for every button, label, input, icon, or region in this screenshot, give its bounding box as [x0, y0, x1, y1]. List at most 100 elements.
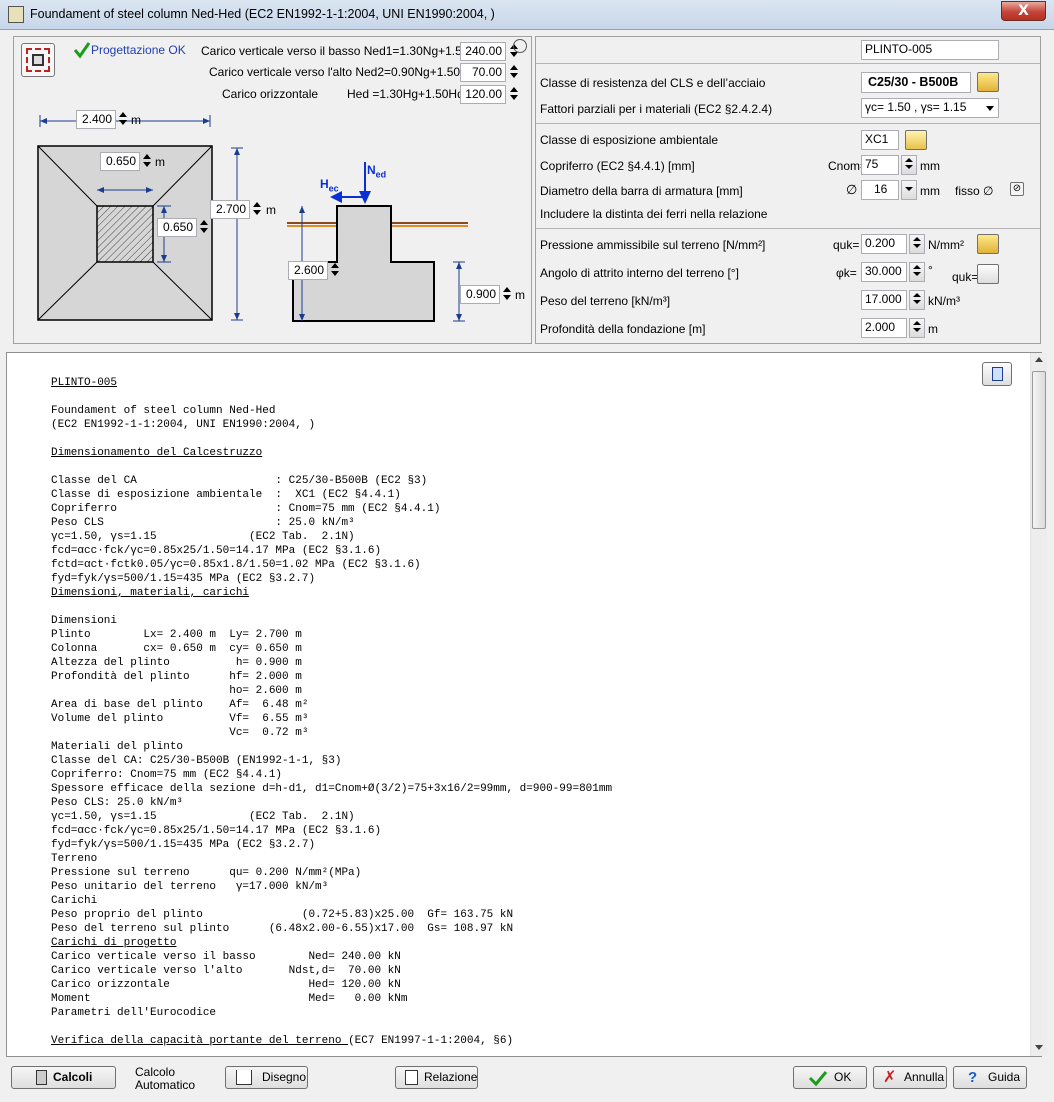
- report-line-text: Colonna cx= 0.650 m cy= 0.650 m: [51, 643, 302, 655]
- report-line: Verifica della capacità portante del ter…: [51, 1034, 612, 1048]
- cx-input[interactable]: 0.650: [100, 152, 140, 171]
- cy-input[interactable]: 0.650: [157, 218, 197, 237]
- diam-input[interactable]: 16: [861, 180, 899, 200]
- export-report-icon[interactable]: [982, 362, 1012, 386]
- calcolo-line-2: Automatico: [135, 1078, 196, 1092]
- cy-stepper[interactable]: [199, 218, 209, 236]
- report-text: PLINTO-005 Foundament of steel column Ne…: [51, 376, 612, 1048]
- ho-stepper[interactable]: [330, 261, 340, 279]
- window-title: Foundament of steel column Ned-Hed (EC2 …: [30, 7, 495, 21]
- calcoli-button[interactable]: Calcoli: [11, 1066, 116, 1089]
- report-line-text: PLINTO-005: [51, 377, 118, 389]
- foundation-type-icon[interactable]: [21, 43, 55, 77]
- ly-input[interactable]: 2.700: [210, 200, 250, 219]
- name-input[interactable]: PLINTO-005: [861, 40, 999, 60]
- ho-input[interactable]: 2.600: [288, 261, 328, 280]
- report-line-text: [51, 391, 58, 403]
- chevron-down-icon[interactable]: [986, 106, 994, 111]
- report-line-text: fcd=αcc·fck/γc=0.85x25/1.50=14.17 MPa (E…: [51, 545, 382, 557]
- report-icon: [405, 1070, 418, 1085]
- report-line: Copriferro : Cnom=75 mm (EC2 §4.4.1): [51, 502, 612, 516]
- copri-stepper[interactable]: [901, 155, 917, 175]
- copri-input[interactable]: 75: [861, 155, 899, 175]
- prof-stepper[interactable]: [909, 318, 925, 338]
- fisso-label: fisso ∅: [955, 184, 994, 198]
- espos-value[interactable]: XC1: [861, 130, 899, 150]
- relazione-button[interactable]: Relazione: [395, 1066, 478, 1089]
- report-scrollbar[interactable]: [1030, 353, 1047, 1056]
- report-line-text: Carico orizzontale Hed= 120.00 kN: [51, 979, 401, 991]
- diam-label: Diametro della barra di armatura [mm]: [540, 184, 743, 198]
- annulla-label: Annulla: [904, 1070, 945, 1084]
- peso-input[interactable]: 17.000: [861, 290, 907, 310]
- report-line: Dimensioni: [51, 614, 612, 628]
- report-line-text: Moment Med= 0.00 kNm: [51, 993, 408, 1005]
- annulla-button[interactable]: ✗ Annulla: [873, 1066, 947, 1089]
- scroll-down-arrow[interactable]: [1035, 1045, 1043, 1050]
- hed-input[interactable]: 120.00: [460, 85, 506, 104]
- report-line: Vc= 0.72 m³: [51, 726, 612, 740]
- angolo-stepper[interactable]: [909, 262, 925, 282]
- report-line: Spessore efficace della sezione d=h-d1, …: [51, 782, 612, 796]
- report-viewer[interactable]: PLINTO-005 Foundament of steel column Ne…: [6, 352, 1047, 1057]
- lx-stepper[interactable]: [118, 110, 128, 128]
- material-library-icon[interactable]: [977, 72, 999, 92]
- copri-label: Copriferro (EC2 §4.4.1) [mm]: [540, 159, 695, 173]
- quk-calc-icon[interactable]: [977, 264, 999, 284]
- ned-input[interactable]: 240.00: [460, 42, 506, 61]
- cls-label: Classe di resistenza del CLS e dell’acci…: [540, 76, 766, 90]
- report-line-text: Carichi: [51, 895, 98, 907]
- diam-dropdown[interactable]: [901, 180, 917, 200]
- ly-stepper[interactable]: [252, 200, 262, 218]
- report-line: fcd=αcc·fck/γc=0.85x25/1.50=14.17 MPa (E…: [51, 544, 612, 558]
- hec-symbol: H: [320, 177, 329, 191]
- report-line: Carico orizzontale Hed= 120.00 kN: [51, 978, 612, 992]
- hed-stepper[interactable]: [509, 85, 519, 103]
- disegno-label: Disegno: [262, 1070, 307, 1084]
- report-line-text: Dimensioni, materiali, carichi: [51, 587, 250, 599]
- report-line: γc=1.50, γs=1.15 (EC2 Tab. 2.1N): [51, 530, 612, 544]
- copri-unit: mm: [920, 159, 940, 173]
- disegno-button[interactable]: Disegno: [225, 1066, 308, 1089]
- lx-input[interactable]: 2.400: [76, 110, 116, 129]
- press-stepper[interactable]: [909, 234, 925, 254]
- calcolo-automatico-label[interactable]: Calcolo Automatico: [135, 1066, 195, 1092]
- report-line: Profondità del plinto hf= 2.000 m: [51, 670, 612, 684]
- h-input[interactable]: 0.900: [460, 285, 500, 304]
- ok-button[interactable]: OK: [793, 1066, 867, 1089]
- report-line: PLINTO-005: [51, 376, 612, 390]
- espos-label: Classe di esposizione ambientale: [540, 133, 719, 147]
- guida-button[interactable]: ? Guida: [953, 1066, 1027, 1089]
- ned-symbol-label: Ned: [367, 163, 386, 179]
- angolo-input[interactable]: 30.000: [861, 262, 907, 282]
- report-line: Peso proprio del plinto (0.72+5.83)x25.0…: [51, 908, 612, 922]
- hec-subscript: ec: [328, 183, 339, 194]
- press-input[interactable]: 0.200: [861, 234, 907, 254]
- scroll-up-arrow[interactable]: [1035, 357, 1043, 362]
- fattori-select[interactable]: γc= 1.50 , γs= 1.15: [861, 98, 999, 118]
- relazione-label: Relazione: [424, 1070, 478, 1084]
- nup-input[interactable]: 70.00: [460, 63, 506, 82]
- hed-label: Carico orizzontale: [222, 87, 319, 101]
- report-line-text: Peso CLS: 25.0 kN/m³: [51, 797, 184, 809]
- press-unit: N/mm²: [928, 238, 964, 252]
- close-button[interactable]: X: [1001, 1, 1046, 21]
- peso-stepper[interactable]: [909, 290, 925, 310]
- report-line: Area di base del plinto Af= 6.48 m²: [51, 698, 612, 712]
- h-stepper[interactable]: [502, 285, 512, 303]
- cx-stepper[interactable]: [142, 152, 152, 170]
- report-line: [51, 1020, 612, 1034]
- report-line: Peso CLS: 25.0 kN/m³: [51, 796, 612, 810]
- report-line-text: Dimensionamento del Calcestruzzo: [51, 447, 263, 459]
- scroll-thumb[interactable]: [1032, 371, 1046, 529]
- soil-library-icon[interactable]: [977, 234, 999, 254]
- hed-formula: Hed =1.30Hg+1.50Hqs: [347, 87, 470, 101]
- search-icon[interactable]: [513, 39, 527, 53]
- fisso-toggle[interactable]: ⊘: [1010, 182, 1024, 196]
- report-line-text: Foundament of steel column Ned-Hed: [51, 405, 276, 417]
- cls-value[interactable]: C25/30 - B500B: [861, 72, 971, 93]
- prof-input[interactable]: 2.000: [861, 318, 907, 338]
- nup-stepper[interactable]: [509, 63, 519, 81]
- lx-unit: m: [131, 113, 141, 127]
- exposure-class-icon[interactable]: [905, 130, 927, 150]
